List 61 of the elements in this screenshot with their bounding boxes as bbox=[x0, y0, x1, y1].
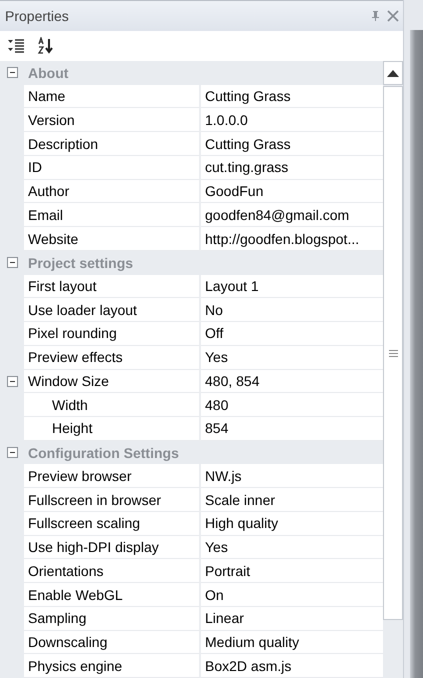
property-value[interactable]: Linear bbox=[201, 606, 383, 631]
property-value[interactable]: Layout 1 bbox=[201, 274, 383, 298]
property-name[interactable]: ID bbox=[24, 156, 201, 180]
property-value[interactable]: 854 bbox=[201, 417, 383, 441]
property-value[interactable]: Box2D asm.js bbox=[201, 654, 383, 678]
property-name[interactable]: Downscaling bbox=[24, 630, 201, 654]
property-name[interactable]: Name bbox=[24, 84, 201, 108]
property-value[interactable]: 1.0.0.0 bbox=[201, 108, 383, 132]
property-value[interactable]: GoodFun bbox=[201, 180, 383, 204]
categorized-list-icon bbox=[7, 38, 25, 54]
collapse-toggle[interactable] bbox=[6, 67, 18, 78]
property-value[interactable]: 480 bbox=[201, 393, 383, 418]
property-name[interactable]: Width bbox=[24, 393, 201, 418]
property-value[interactable]: http://goodfen.blogspot... bbox=[201, 227, 383, 251]
collapse-toggle[interactable] bbox=[6, 376, 18, 387]
property-value[interactable]: High quality bbox=[201, 512, 383, 536]
property-value[interactable]: cut.ting.grass bbox=[201, 156, 383, 180]
property-name[interactable]: Orientations bbox=[24, 559, 201, 584]
property-value[interactable]: No bbox=[201, 298, 383, 322]
property-value[interactable]: Cutting Grass bbox=[201, 84, 383, 108]
property-name[interactable]: Email bbox=[24, 203, 201, 228]
property-value[interactable]: goodfen84@gmail.com bbox=[201, 203, 383, 228]
property-name[interactable]: Use loader layout bbox=[24, 298, 201, 322]
grip-icon bbox=[388, 350, 398, 356]
property-name[interactable]: Window Size bbox=[24, 370, 201, 394]
property-value[interactable]: NW.js bbox=[201, 464, 383, 488]
property-name[interactable]: Enable WebGL bbox=[24, 583, 201, 607]
property-name[interactable]: Author bbox=[24, 180, 201, 204]
property-name[interactable]: Fullscreen scaling bbox=[24, 512, 201, 536]
category-header: About bbox=[27, 64, 68, 81]
property-name[interactable]: Sampling bbox=[24, 606, 201, 631]
property-value[interactable]: Yes bbox=[201, 346, 383, 370]
property-name[interactable]: Description bbox=[24, 132, 201, 156]
property-name[interactable]: Use high-DPI display bbox=[24, 536, 201, 560]
property-value[interactable]: On bbox=[201, 583, 383, 607]
collapse-toggle[interactable] bbox=[6, 447, 18, 458]
category-header: Project settings bbox=[27, 254, 134, 271]
property-value[interactable]: 480, 854 bbox=[201, 370, 383, 394]
up-arrow-icon bbox=[387, 70, 399, 76]
property-name[interactable]: Preview browser bbox=[24, 464, 201, 488]
property-value[interactable]: Medium quality bbox=[201, 630, 383, 654]
scroll-up-button[interactable] bbox=[383, 61, 403, 85]
property-value[interactable]: Portrait bbox=[201, 559, 383, 584]
property-name[interactable]: Pixel rounding bbox=[24, 322, 201, 346]
property-value[interactable]: Scale inner bbox=[201, 488, 383, 512]
category-header: Configuration Settings bbox=[27, 444, 179, 461]
property-name[interactable]: Physics engine bbox=[24, 654, 201, 678]
close-icon[interactable] bbox=[387, 10, 399, 22]
property-value[interactable]: Cutting Grass bbox=[201, 132, 383, 156]
collapse-toggle[interactable] bbox=[6, 257, 18, 268]
panel-title: Properties bbox=[5, 8, 70, 24]
property-value[interactable]: Yes bbox=[201, 536, 383, 560]
pin-icon[interactable] bbox=[369, 10, 381, 22]
property-name[interactable]: Website bbox=[24, 227, 201, 251]
sort-az-icon bbox=[37, 37, 55, 55]
property-name[interactable]: First layout bbox=[24, 274, 201, 298]
property-value[interactable]: Off bbox=[201, 322, 383, 346]
property-name[interactable]: Fullscreen in browser bbox=[24, 488, 201, 512]
property-name[interactable]: Version bbox=[24, 108, 201, 132]
property-name[interactable]: Height bbox=[24, 417, 201, 441]
property-name[interactable]: Preview effects bbox=[24, 346, 201, 370]
